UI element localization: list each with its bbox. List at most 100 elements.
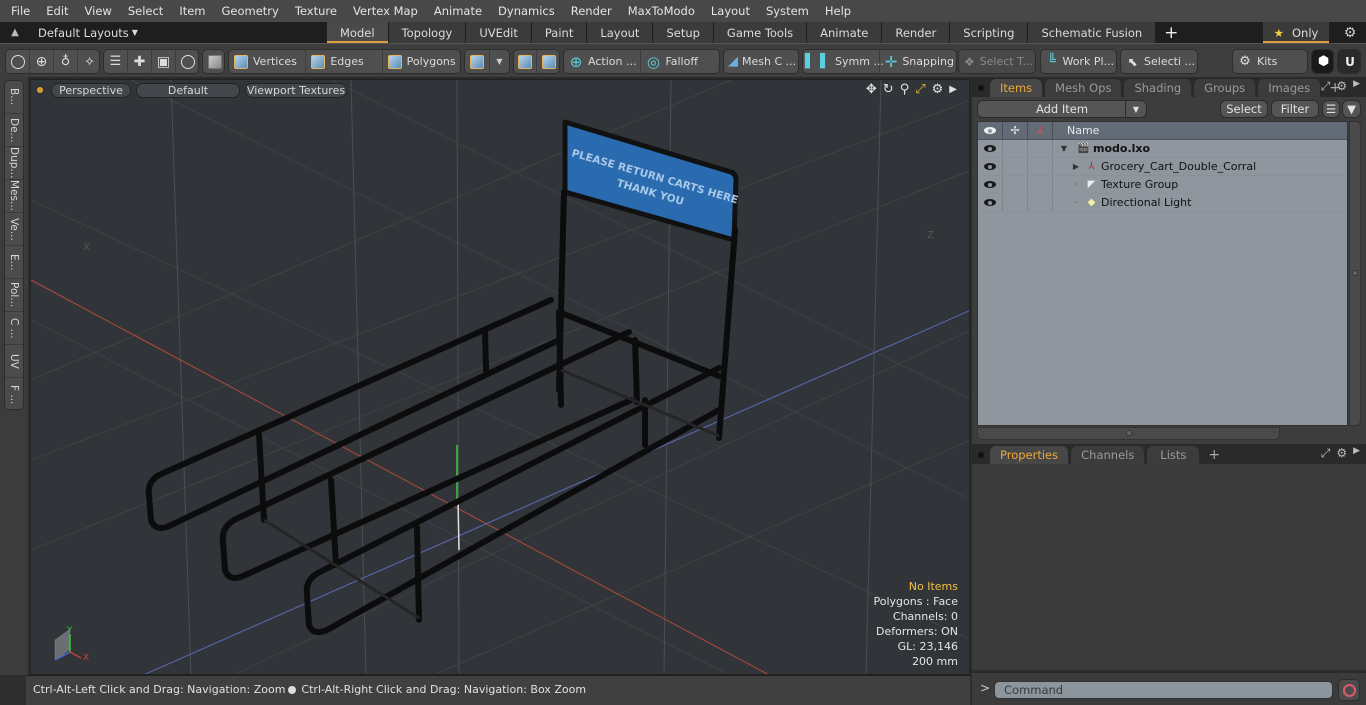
tab-mesh-ops[interactable]: Mesh Ops — [1045, 79, 1122, 97]
only-toggle[interactable]: ★ Only — [1263, 22, 1329, 43]
add-item-dropdown[interactable]: ▼ — [1125, 100, 1147, 118]
scroll-knob[interactable] — [1352, 270, 1358, 276]
menu-geometry[interactable]: Geometry — [214, 0, 287, 22]
item-mode-button[interactable] — [203, 50, 224, 73]
visibility-column-header[interactable] — [978, 122, 1003, 139]
gear-icon[interactable]: ⚙ — [932, 82, 944, 97]
items-vertical-scrollbar[interactable] — [1349, 121, 1361, 426]
expand-toggle[interactable]: ▶ — [1071, 162, 1081, 171]
tab-scripting[interactable]: Scripting — [950, 22, 1029, 43]
left-tab-mesh-edit[interactable]: Mes... — [5, 180, 23, 213]
item-row[interactable]: · ◆ Directional Light — [978, 194, 1347, 212]
add-tab-button[interactable]: + — [1202, 446, 1226, 464]
command-input[interactable] — [994, 681, 1333, 699]
tab-groups[interactable]: Groups — [1194, 79, 1256, 97]
gear-icon[interactable]: ⚙ — [1336, 446, 1347, 461]
expand-toggle[interactable]: ▼ — [1059, 144, 1069, 153]
tab-setup[interactable]: Setup — [653, 22, 714, 43]
filter-button[interactable]: Filter — [1271, 100, 1319, 118]
menu-dynamics[interactable]: Dynamics — [490, 0, 563, 22]
tab-schematic-fusion[interactable]: Schematic Fusion — [1028, 22, 1157, 43]
menu-help[interactable]: Help — [817, 0, 859, 22]
menu-vertex-map[interactable]: Vertex Map — [345, 0, 426, 22]
list-options-button[interactable]: ☰ — [1322, 100, 1340, 118]
expand-icon[interactable]: ⤢ — [1321, 79, 1331, 94]
select-through-button[interactable]: ❖ Select T... — [959, 50, 1035, 73]
left-tab-edge[interactable]: E... — [5, 246, 23, 279]
gear-icon[interactable]: ⚙ — [1338, 22, 1362, 43]
menu-system[interactable]: System — [758, 0, 817, 22]
scroll-knob[interactable] — [1126, 430, 1132, 436]
item-row[interactable]: ▼ 🎬 modo.lxo — [978, 140, 1347, 158]
eye-icon[interactable] — [984, 145, 996, 152]
viewport-options-dot[interactable] — [37, 87, 43, 93]
item-row[interactable]: ▶ ⅄ Grocery_Cart_Double_Corral — [978, 158, 1347, 176]
3d-viewport[interactable]: X Z PLEASE RETURN CARTS HERE THANK YOU Y… — [30, 79, 970, 675]
lock-column-header[interactable]: ✢ — [1003, 122, 1028, 139]
select-circle-button[interactable] — [6, 50, 30, 73]
left-tab-fusion[interactable]: F ... — [5, 378, 23, 411]
triangle-right-icon[interactable]: ▶ — [1353, 79, 1360, 94]
triangle-right-icon[interactable]: ▶ — [1353, 446, 1360, 461]
panel-options-dot[interactable] — [978, 452, 984, 458]
items-horizontal-scrollbar[interactable] — [977, 427, 1280, 440]
tab-topology[interactable]: Topology — [388, 22, 467, 43]
align-button[interactable]: ☰ — [104, 50, 128, 73]
gear-icon[interactable]: ⚙ — [1336, 79, 1347, 94]
menu-select[interactable]: Select — [120, 0, 171, 22]
tab-animate[interactable]: Animate — [807, 22, 883, 43]
action-center-button[interactable]: ⊕ Action ... — [564, 50, 642, 73]
menu-layout[interactable]: Layout — [703, 0, 758, 22]
select-globe-button[interactable]: ⊕ — [30, 50, 54, 73]
tab-layout[interactable]: Layout — [587, 22, 654, 43]
menu-texture[interactable]: Texture — [287, 0, 345, 22]
left-tab-vertex[interactable]: Ve... — [5, 213, 23, 246]
record-macro-button[interactable] — [1338, 679, 1360, 701]
filter-funnel-button[interactable]: ▼ — [1342, 100, 1361, 118]
menu-render[interactable]: Render — [563, 0, 620, 22]
item-row[interactable]: · ◤ Texture Group — [978, 176, 1347, 194]
dial-button[interactable] — [176, 50, 198, 73]
add-item-button[interactable]: Add Item — [977, 100, 1147, 118]
eye-icon[interactable] — [984, 199, 996, 206]
uv-cross-button[interactable]: ✚ — [128, 50, 152, 73]
tab-lists[interactable]: Lists — [1147, 446, 1200, 464]
rotate-icon[interactable]: ↻ — [883, 82, 894, 97]
left-tab-polygon[interactable]: Pol... — [5, 279, 23, 312]
vertices-mode-button[interactable]: Vertices — [229, 50, 307, 73]
material-mode-dropdown[interactable]: ▼ — [490, 50, 509, 73]
expand-icon[interactable]: ⤢ — [1321, 446, 1331, 461]
layouts-dropdown[interactable]: Default Layouts ▼ — [30, 22, 170, 43]
name-column-header[interactable]: Name — [1053, 122, 1347, 139]
left-tab-deform[interactable]: De... — [5, 114, 23, 147]
symmetry-button[interactable]: ▌▐ Symm ... — [803, 50, 884, 73]
tab-model[interactable]: Model — [327, 22, 389, 43]
tab-images[interactable]: Images — [1258, 79, 1321, 97]
menu-maxtomodo[interactable]: MaxToModo — [620, 0, 703, 22]
pen-tool-button[interactable]: ♁ — [54, 50, 78, 73]
left-tab-basic[interactable]: B... — [5, 81, 23, 114]
zoom-icon[interactable]: ⚲ — [900, 82, 910, 97]
kits-button[interactable]: ⚙ Kits — [1233, 50, 1307, 73]
tab-render[interactable]: Render — [882, 22, 951, 43]
add-layout-tab-button[interactable]: + — [1156, 22, 1188, 43]
view-mode-dropdown[interactable]: Perspective — [51, 82, 131, 98]
tab-game-tools[interactable]: Game Tools — [713, 22, 808, 43]
pivot-button[interactable] — [514, 50, 537, 73]
collapse-toolbar-button[interactable]: ▲ — [0, 22, 30, 43]
material-mode-button[interactable] — [465, 50, 490, 73]
left-tab-uv[interactable]: UV — [5, 345, 23, 378]
tab-properties[interactable]: Properties — [990, 446, 1069, 464]
triangle-right-icon[interactable]: ▶ — [949, 84, 957, 95]
selection-sets-button[interactable]: ⬉ Selecti ... — [1121, 50, 1197, 73]
tab-paint[interactable]: Paint — [531, 22, 588, 43]
edges-mode-button[interactable]: Edges — [306, 50, 383, 73]
select-button[interactable]: Select — [1220, 100, 1268, 118]
maximize-icon[interactable]: ⤢ — [915, 82, 925, 97]
pan-icon[interactable]: ✥ — [866, 82, 877, 97]
menu-animate[interactable]: Animate — [426, 0, 490, 22]
left-tab-duplicate[interactable]: Dup... — [5, 147, 23, 180]
shading-dropdown[interactable]: Default — [136, 82, 240, 98]
unreal-kit-button[interactable]: U — [1338, 50, 1360, 73]
polygons-mode-button[interactable]: Polygons — [383, 50, 460, 73]
